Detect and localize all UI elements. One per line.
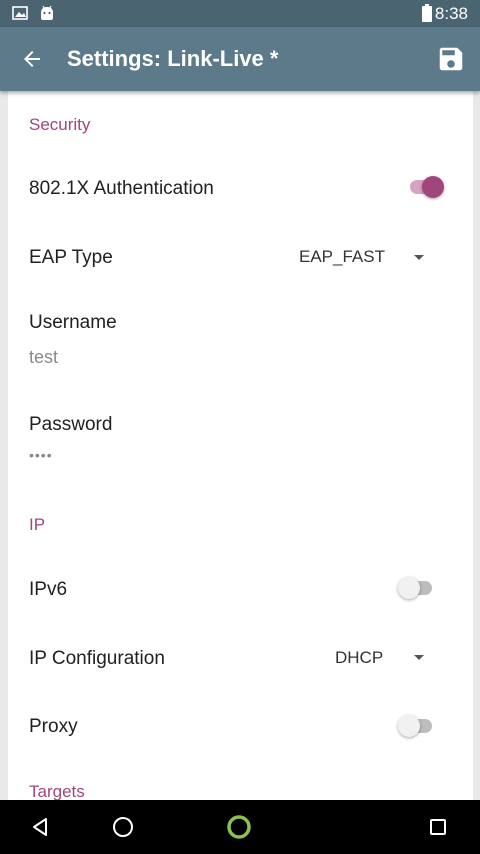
recents-square-icon[interactable]: [424, 813, 452, 841]
save-icon[interactable]: [436, 44, 466, 74]
ip-config-label: IP Configuration: [29, 648, 165, 669]
ipv6-toggle[interactable]: [398, 576, 434, 600]
back-triangle-icon[interactable]: [27, 813, 55, 841]
battery-icon: [422, 4, 432, 22]
proxy-label: Proxy: [29, 716, 78, 737]
username-label: Username: [29, 312, 117, 333]
password-value: ••••: [29, 447, 53, 463]
status-bar: 8:38: [0, 0, 480, 27]
status-time: 8:38: [434, 4, 468, 23]
section-header-security: Security: [29, 115, 91, 134]
proxy-toggle[interactable]: [398, 714, 434, 738]
auth-toggle[interactable]: [408, 175, 444, 199]
username-value: test: [29, 347, 59, 367]
eap-type-label: EAP Type: [29, 247, 113, 268]
ip-config-value[interactable]: DHCP: [335, 648, 383, 668]
home-circle-icon[interactable]: [109, 813, 137, 841]
chevron-down-icon[interactable]: [414, 255, 424, 260]
navigation-bar: [0, 800, 480, 854]
assistant-ring-icon[interactable]: [225, 813, 253, 841]
arrow-back-icon[interactable]: [20, 47, 44, 71]
image-notification-icon: [12, 6, 28, 20]
auth-toggle-thumb: [422, 176, 444, 198]
password-label: Password: [29, 414, 113, 435]
chevron-down-icon[interactable]: [414, 655, 424, 660]
app-bar: Settings: Link-Live *: [0, 27, 480, 91]
page-title: Settings: Link-Live *: [67, 46, 279, 71]
section-header-targets: Targets: [29, 782, 85, 800]
section-header-ip: IP: [29, 515, 46, 534]
auth-label: 802.1X Authentication: [29, 178, 214, 199]
eap-type-value[interactable]: EAP_FAST: [299, 247, 385, 267]
ipv6-label: IPv6: [29, 579, 68, 600]
settings-list: Security 802.1X Authentication EAP Type …: [8, 91, 473, 800]
android-notification-icon: [41, 5, 53, 20]
proxy-toggle-thumb: [398, 715, 420, 737]
ipv6-toggle-thumb: [398, 577, 420, 599]
